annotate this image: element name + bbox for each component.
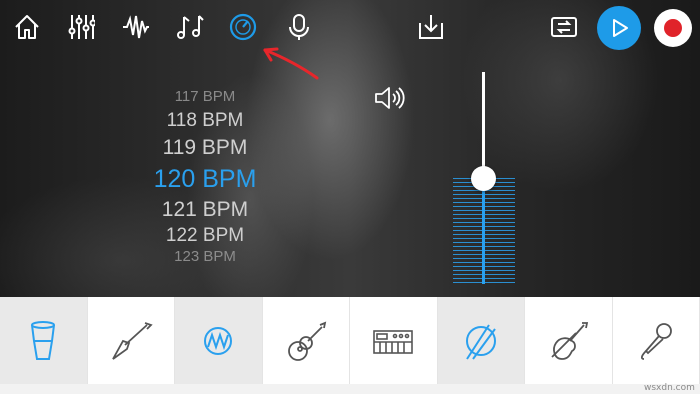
bpm-option[interactable]: 121 BPM	[130, 198, 280, 222]
keyboard-icon	[373, 329, 414, 354]
instrument-electric-guitar[interactable]	[87, 297, 175, 384]
microphone-icon[interactable]	[284, 12, 314, 42]
bpm-option[interactable]: 122 BPM	[130, 225, 280, 247]
music-notes-icon[interactable]	[175, 12, 205, 42]
tempo-dial-icon[interactable]	[228, 12, 258, 42]
annotation-arrow	[263, 47, 319, 80]
record-button[interactable]	[654, 9, 692, 47]
top-toolbar	[0, 0, 700, 56]
drumsticks-icon	[465, 323, 496, 360]
play-icon	[613, 19, 628, 37]
footer-strip	[0, 384, 700, 394]
home-icon[interactable]	[12, 12, 42, 42]
bpm-option[interactable]: 119 BPM	[130, 136, 280, 160]
speaker-icon	[375, 87, 405, 109]
vocal-mic-icon	[640, 322, 672, 360]
watermark: wsxdn.com	[644, 383, 695, 393]
slider-knob[interactable]	[471, 166, 496, 191]
record-icon	[664, 19, 682, 37]
main-stage: 117 BPM 118 BPM 119 BPM 120 BPM 121 BPM …	[0, 0, 700, 297]
instrument-keyboard[interactable]	[350, 297, 438, 384]
play-button[interactable]	[597, 6, 641, 50]
instrument-bar	[0, 297, 700, 384]
waveform-icon[interactable]	[121, 12, 151, 42]
instrument-violin[interactable]	[525, 297, 613, 384]
bpm-selected[interactable]: 120 BPM	[130, 165, 280, 194]
loop-icon[interactable]	[549, 12, 579, 42]
bpm-option[interactable]: 117 BPM	[130, 88, 280, 105]
volume-slider[interactable]	[452, 70, 516, 286]
electric-guitar-icon	[111, 321, 153, 360]
instrument-drumsticks[interactable]	[437, 297, 525, 384]
download-icon[interactable]	[416, 12, 446, 42]
bpm-picker[interactable]: 117 BPM 118 BPM 119 BPM 120 BPM 121 BPM …	[130, 88, 280, 266]
drum-icon	[31, 320, 56, 360]
instrument-synth[interactable]	[175, 297, 263, 384]
instrument-drum[interactable]	[0, 297, 88, 384]
bpm-option[interactable]: 118 BPM	[130, 110, 280, 132]
bpm-option[interactable]: 123 BPM	[130, 248, 280, 265]
mixer-icon[interactable]	[66, 12, 96, 42]
instrument-vocal[interactable]	[612, 297, 700, 384]
instrument-acoustic-guitar[interactable]	[262, 297, 350, 384]
synth-wave-icon	[204, 326, 233, 355]
violin-icon	[551, 321, 589, 360]
slider-fill	[482, 178, 485, 284]
acoustic-guitar-icon	[287, 321, 326, 361]
